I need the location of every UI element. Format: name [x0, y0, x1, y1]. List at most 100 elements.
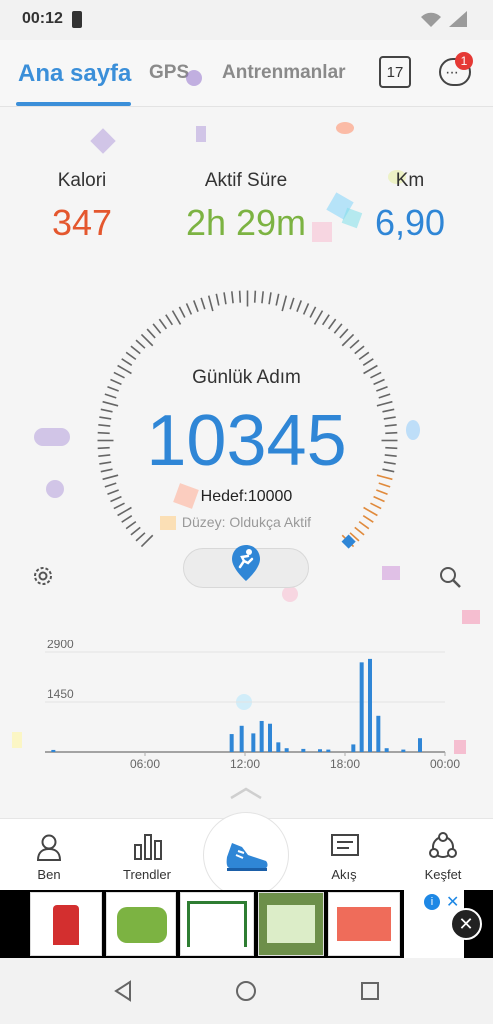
- calories-value: 347: [51, 202, 113, 243]
- gauge-tick: [185, 303, 193, 315]
- tab-workouts[interactable]: Antrenmanlar: [222, 62, 346, 84]
- gauge-tick: [178, 306, 186, 318]
- chevron-up-icon[interactable]: [228, 786, 264, 800]
- calendar-day: 17: [386, 64, 404, 81]
- tab-home[interactable]: Ana sayfa: [18, 60, 131, 88]
- gauge-tick: [140, 534, 154, 548]
- gauge-tick: [378, 393, 391, 399]
- chart-x-tick-label: 00:00: [430, 757, 460, 771]
- system-nav-bar: [0, 958, 493, 1024]
- gauge-tick: [146, 328, 156, 339]
- gauge-tick: [302, 303, 310, 315]
- gauge-tick: [261, 291, 264, 304]
- chart-y-tick-label: 1450: [47, 687, 74, 701]
- ad-product-garden-swing[interactable]: [180, 892, 254, 956]
- chart-bar: [376, 715, 381, 752]
- ad-product-image: [187, 901, 247, 947]
- nav-me[interactable]: Ben: [9, 819, 89, 891]
- gauge-tick: [231, 291, 234, 304]
- chart-bar: [276, 742, 281, 752]
- ad-product-image: [117, 907, 167, 943]
- gauge-tick: [152, 323, 162, 334]
- gauge-tick: [358, 351, 370, 361]
- chart-bar: [239, 725, 244, 752]
- ad-banner[interactable]: i ✕ ✕: [0, 890, 493, 958]
- status-bar: 00:12: [0, 0, 493, 40]
- running-location-pin-icon: [232, 545, 260, 581]
- activity-level: Düzey: Oldukça Aktif: [181, 514, 312, 530]
- chart-bar: [418, 738, 422, 752]
- ad-product-image: [337, 907, 391, 941]
- gauge-tick: [362, 358, 374, 367]
- ad-product-garden-swing-3[interactable]: [328, 892, 400, 956]
- gauge-tick: [339, 328, 349, 339]
- step-goal: Hedef:10000: [200, 488, 293, 505]
- gauge-tick: [171, 310, 182, 325]
- home-icon[interactable]: [235, 980, 257, 1002]
- tab-gps[interactable]: GPS: [149, 62, 189, 84]
- chart-bar: [268, 723, 272, 752]
- search-icon[interactable]: [438, 565, 462, 589]
- gauge-tick: [200, 297, 206, 310]
- confetti-decoration: [186, 70, 202, 86]
- chart-bar: [301, 748, 306, 752]
- wifi-icon: [421, 12, 441, 27]
- km-label: Km: [395, 170, 425, 191]
- chart-bar: [318, 749, 322, 752]
- gauge-tick: [104, 393, 117, 399]
- chart-x-tick-label: 12:00: [230, 757, 260, 771]
- confetti-decoration: [196, 126, 206, 142]
- gauge-tick: [130, 345, 141, 355]
- chart-bar: [368, 658, 372, 752]
- feed-icon: [331, 834, 359, 856]
- gauge-tick: [281, 295, 288, 312]
- confetti-decoration: [336, 122, 354, 134]
- gauge-tick: [268, 292, 272, 305]
- chart-bar: [251, 733, 256, 752]
- start-workout-button[interactable]: [203, 812, 289, 898]
- gps-map-button[interactable]: [183, 545, 309, 588]
- back-icon[interactable]: [113, 980, 133, 1002]
- gauge-tick: [158, 318, 168, 330]
- gauge-tick: [333, 323, 343, 334]
- daily-steps-title: Günlük Adım: [192, 367, 301, 388]
- close-ad-button[interactable]: ✕: [450, 908, 482, 940]
- chart-bar: [229, 734, 234, 752]
- ad-product-garden-swing-2[interactable]: [258, 892, 324, 956]
- gauge-tick: [165, 314, 174, 326]
- gauge-tick: [238, 290, 242, 303]
- recents-icon[interactable]: [360, 981, 380, 1001]
- gauge-tick: [309, 306, 317, 318]
- gauge-tick: [313, 310, 324, 325]
- nav-feed[interactable]: Akış: [304, 819, 384, 891]
- ad-product-swing-seat[interactable]: [106, 892, 176, 956]
- chart-bar: [284, 748, 289, 752]
- chart-bar: [359, 662, 364, 752]
- gauge-tick: [135, 339, 146, 349]
- top-tab-bar: Ana sayfa GPS Antrenmanlar 17 ··· 1: [0, 40, 493, 106]
- ad-product-chair[interactable]: [30, 892, 102, 956]
- gauge-tick: [140, 333, 154, 347]
- settings-gear-icon[interactable]: [31, 564, 55, 588]
- chart-bar: [51, 749, 56, 752]
- nav-explore[interactable]: Keşfet: [403, 819, 483, 891]
- notification-badge: 1: [455, 52, 473, 70]
- gauge-tick: [207, 295, 214, 312]
- person-icon: [36, 834, 62, 861]
- nav-trends[interactable]: Trendler: [107, 819, 187, 891]
- calendar-button[interactable]: 17: [379, 56, 411, 88]
- ad-product-image: [267, 905, 315, 943]
- gauge-tick: [341, 333, 355, 347]
- battery-icon: [72, 11, 82, 28]
- ad-product-image: [53, 905, 79, 945]
- chart-bar: [384, 748, 389, 752]
- confetti-decoration: [462, 610, 480, 624]
- chart-y-tick-label: 2900: [47, 640, 74, 651]
- hourly-steps-chart: 2900 1450 06:00 12:00 18:00 00:00: [45, 640, 460, 771]
- nav-feed-label: Akış: [331, 867, 357, 882]
- gauge-tick: [354, 345, 365, 355]
- ad-info-icon[interactable]: i: [424, 894, 440, 910]
- divider: [0, 106, 493, 107]
- gauge-tick: [296, 300, 303, 312]
- gauge-tick: [327, 318, 337, 330]
